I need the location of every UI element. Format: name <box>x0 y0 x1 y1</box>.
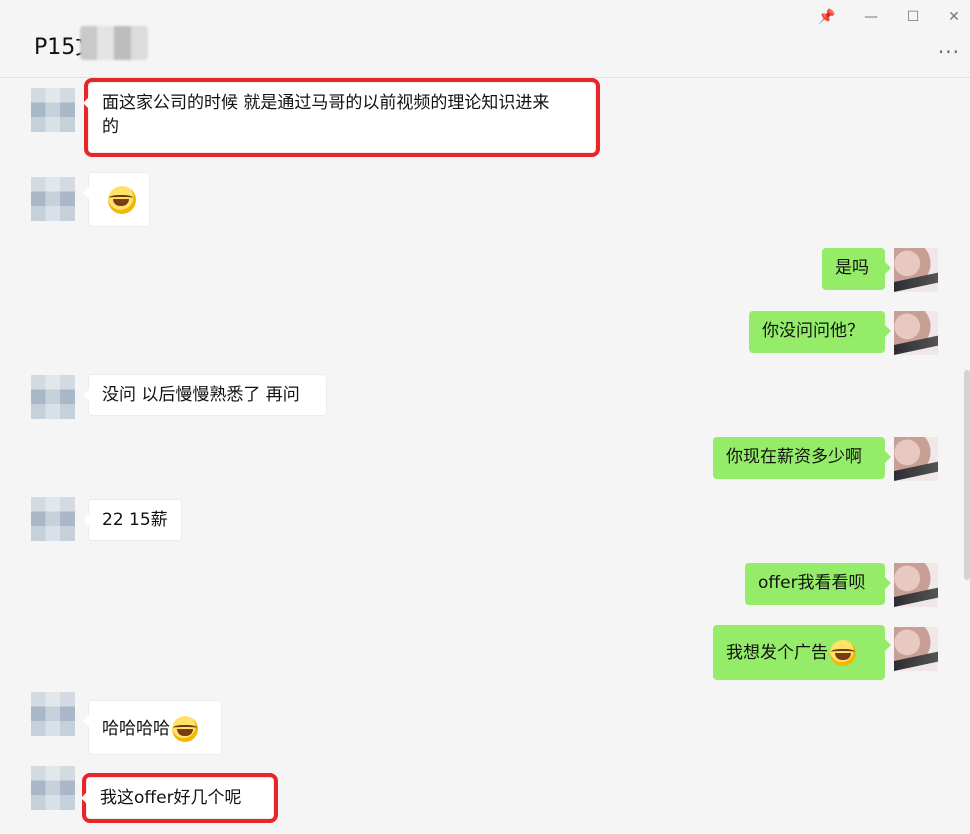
my-avatar[interactable] <box>894 563 938 607</box>
close-icon[interactable]: ✕ <box>941 6 967 28</box>
pin-icon[interactable]: 📌 <box>814 6 840 28</box>
message-text: 你现在薪资多少啊 <box>726 447 862 467</box>
laugh-cry-emoji-icon <box>172 716 198 742</box>
message-text: 哈哈哈哈 <box>102 719 170 739</box>
chat-header: P15文 📌 — ☐ ✕ ··· <box>0 0 970 78</box>
my-avatar[interactable] <box>894 627 938 671</box>
message-text: 你没问问他？ <box>762 321 864 341</box>
message-text: 是吗 <box>835 258 869 278</box>
avatar[interactable] <box>31 497 75 541</box>
message-text: 没问 以后慢慢熟悉了 再问 <box>102 385 300 405</box>
redacted-name-blur <box>80 26 148 60</box>
avatar[interactable] <box>31 766 75 810</box>
avatar[interactable] <box>31 177 75 221</box>
message-bubble-incoming[interactable]: 哈哈哈哈 <box>83 700 222 755</box>
message-bubble-incoming[interactable] <box>83 172 150 227</box>
message-text: 面这家公司的时候 就是通过马哥的以前视频的理论知识进来 <box>102 93 550 113</box>
more-options-icon[interactable]: ··· <box>938 40 960 64</box>
message-bubble-outgoing[interactable]: offer我看看呗 <box>745 563 891 605</box>
my-avatar[interactable] <box>894 311 938 355</box>
message-bubble-outgoing[interactable]: 你没问问他？ <box>749 311 891 353</box>
message-text: 的 <box>102 117 119 137</box>
laugh-cry-emoji-icon <box>830 640 856 666</box>
avatar[interactable] <box>31 375 75 419</box>
message-bubble-outgoing[interactable]: 你现在薪资多少啊 <box>713 437 891 479</box>
message-bubble-incoming[interactable]: 我这offer好几个呢 <box>81 773 278 823</box>
avatar[interactable] <box>31 88 75 132</box>
minimize-icon[interactable]: — <box>858 6 884 28</box>
message-bubble-incoming[interactable]: 22 15薪 <box>83 499 182 541</box>
my-avatar[interactable] <box>894 437 938 481</box>
scrollbar[interactable] <box>964 370 970 580</box>
message-bubble-incoming[interactable]: 没问 以后慢慢熟悉了 再问 <box>83 374 327 416</box>
laugh-cry-emoji-icon <box>108 186 136 214</box>
maximize-icon[interactable]: ☐ <box>900 6 926 28</box>
message-text: 我想发个广告 <box>726 643 828 663</box>
message-text: 22 15薪 <box>102 510 168 530</box>
message-text: 我这offer好几个呢 <box>100 788 242 808</box>
message-bubble-outgoing[interactable]: 是吗 <box>822 248 891 290</box>
message-bubble-incoming[interactable]: 面这家公司的时候 就是通过马哥的以前视频的理论知识进来 的 <box>83 78 600 157</box>
message-text: offer我看看呗 <box>758 573 866 593</box>
my-avatar[interactable] <box>894 248 938 292</box>
avatar[interactable] <box>31 692 75 736</box>
message-bubble-outgoing[interactable]: 我想发个广告 <box>713 625 891 680</box>
